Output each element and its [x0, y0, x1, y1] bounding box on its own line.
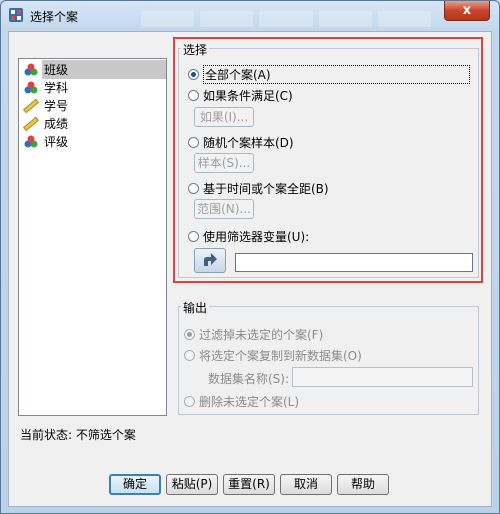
scale-variable-icon	[23, 116, 39, 131]
background-tabs	[141, 11, 432, 27]
variable-item-student-id[interactable]: 学号	[23, 97, 167, 114]
ok-button[interactable]: 确定	[109, 474, 161, 495]
radio-time-range[interactable]: 基于时间或个案全距(B)	[188, 180, 329, 197]
radio-indicator[interactable]	[184, 396, 195, 407]
radio-indicator[interactable]	[188, 231, 199, 242]
radio-indicator[interactable]	[184, 329, 195, 340]
radio-indicator[interactable]	[188, 69, 199, 80]
variable-label: 学号	[44, 99, 69, 113]
close-button[interactable]: x	[444, 1, 490, 21]
arrow-right-icon	[204, 253, 217, 266]
radio-label: 删除未选定个案(L)	[199, 395, 300, 409]
variable-item-score[interactable]: 成绩	[23, 115, 167, 132]
radio-copy-dataset[interactable]: 将选定个案复制到新数据集(O)	[184, 347, 362, 364]
radio-delete-unselected[interactable]: 删除未选定个案(L)	[184, 393, 299, 410]
variable-label: 班级	[42, 60, 166, 79]
variable-item-rating[interactable]: 评级	[23, 133, 167, 150]
cancel-button[interactable]: 取消	[280, 474, 332, 495]
range-button[interactable]: 范围(N)...	[194, 199, 254, 219]
radio-label: 随机个案样本(D)	[203, 136, 294, 150]
select-group-legend: 选择	[181, 41, 210, 58]
output-group-legend: 输出	[181, 299, 210, 316]
filter-variable-field[interactable]	[235, 253, 473, 272]
radio-label: 使用筛选器变量(U):	[203, 230, 310, 244]
radio-indicator[interactable]	[188, 183, 199, 194]
radio-random-sample[interactable]: 随机个案样本(D)	[188, 134, 294, 151]
radio-indicator[interactable]	[188, 90, 199, 101]
radio-indicator[interactable]	[184, 350, 195, 361]
help-button[interactable]: 帮助	[337, 474, 389, 495]
variable-list[interactable]: 班级 学科 学号 成绩 评级	[18, 58, 167, 416]
variable-item-subject[interactable]: 学科	[23, 79, 167, 96]
if-button[interactable]: 如果(I)...	[194, 107, 254, 127]
radio-filter-out[interactable]: 过滤掉未选定的个案(F)	[184, 326, 323, 343]
nominal-variable-icon	[24, 81, 38, 93]
sample-button[interactable]: 样本(S)...	[194, 153, 254, 173]
paste-button[interactable]: 粘贴(P)	[166, 474, 218, 495]
dataset-name-field[interactable]	[292, 367, 473, 387]
window-title: 选择个案	[30, 10, 79, 24]
radio-label: 将选定个案复制到新数据集(O)	[199, 349, 362, 363]
radio-label: 基于时间或个案全距(B)	[203, 182, 329, 196]
nominal-variable-icon	[24, 63, 38, 75]
dataset-name-label: 数据集名称(S):	[208, 372, 290, 386]
spss-app-icon	[9, 8, 23, 22]
radio-filter-variable[interactable]: 使用筛选器变量(U):	[188, 228, 309, 245]
nominal-variable-icon	[24, 135, 38, 147]
radio-indicator[interactable]	[188, 137, 199, 148]
radio-label: 如果条件满足(C)	[203, 89, 293, 103]
status-text: 当前状态: 不筛选个案	[20, 428, 136, 442]
radio-label: 过滤掉未选定的个案(F)	[199, 328, 324, 342]
radio-all-cases[interactable]: 全部个案(A)	[188, 65, 470, 84]
radio-label: 全部个案(A)	[203, 65, 470, 84]
variable-label: 学科	[44, 81, 69, 95]
title-bar: 选择个案 x	[1, 1, 499, 31]
radio-if-condition[interactable]: 如果条件满足(C)	[188, 87, 293, 104]
variable-label: 评级	[44, 135, 69, 149]
variable-item-class[interactable]: 班级	[23, 60, 167, 79]
scale-variable-icon	[23, 98, 39, 113]
variable-label: 成绩	[44, 117, 69, 131]
reset-button[interactable]: 重置(R)	[223, 474, 275, 495]
move-variable-button[interactable]	[194, 248, 226, 273]
